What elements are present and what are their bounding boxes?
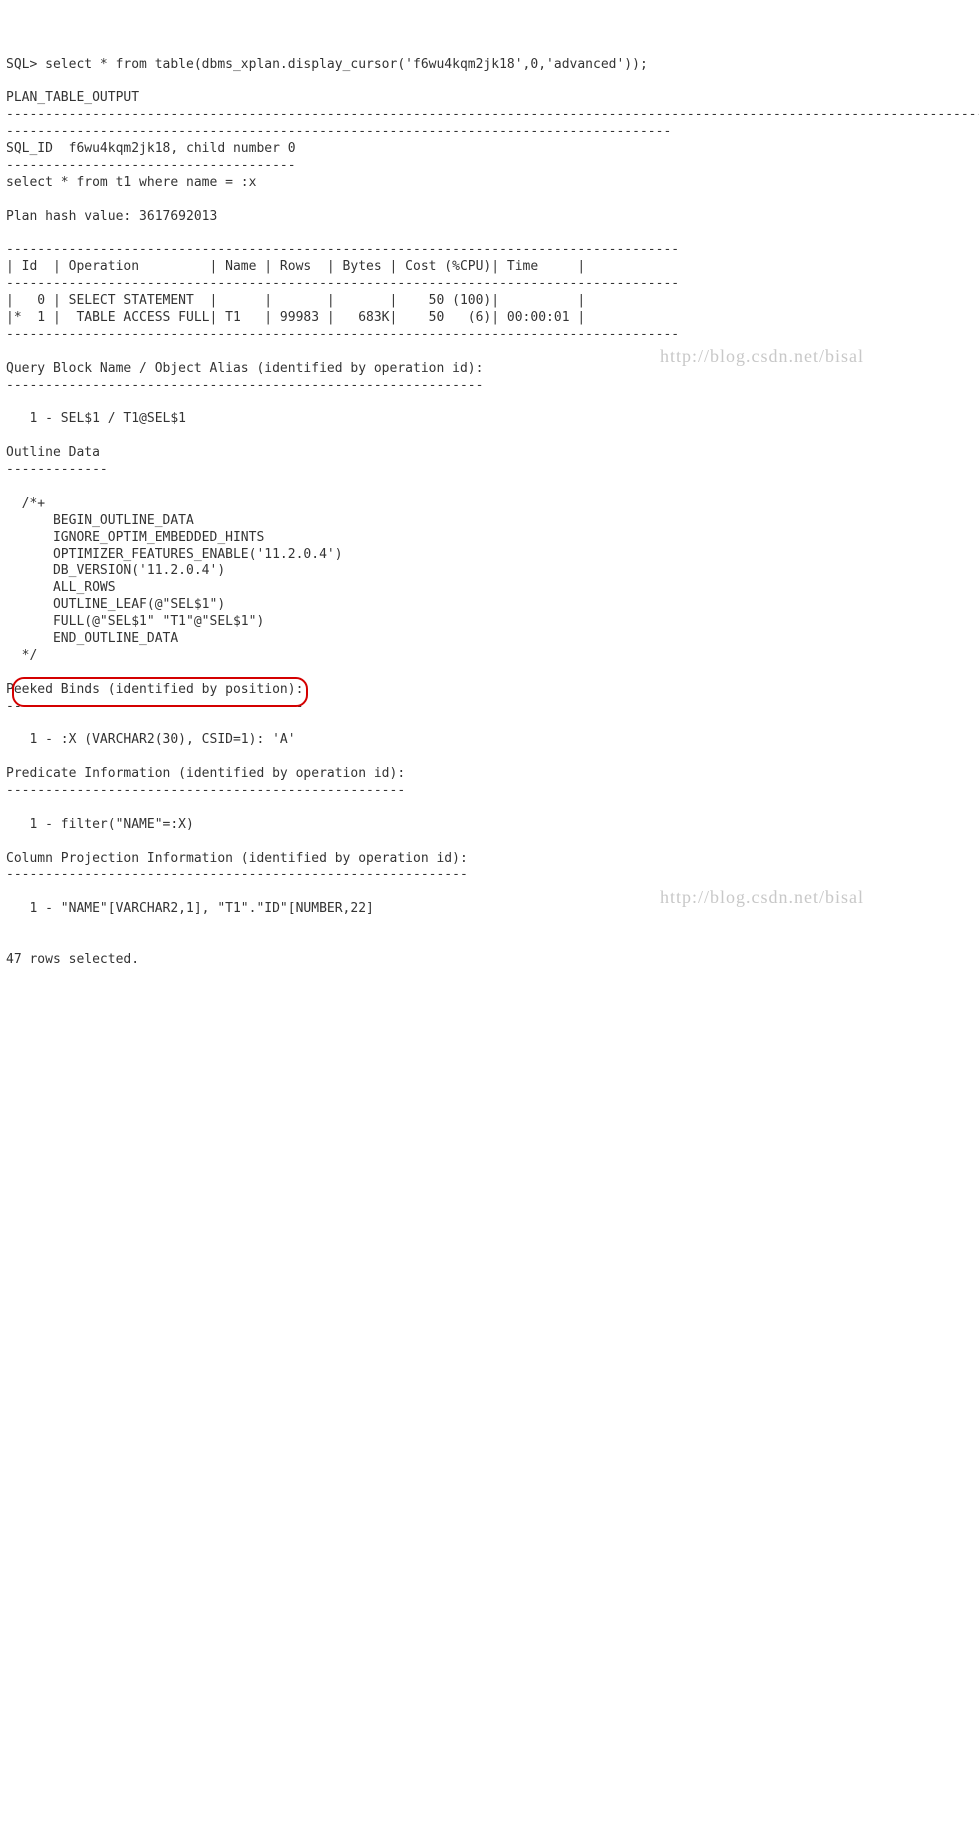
watermark-text: http://blog.csdn.net/bisal — [660, 886, 864, 909]
watermark-text: http://blog.csdn.net/bisal — [660, 345, 864, 368]
terminal-line: SQL> select * from table(dbms_xplan.disp… — [6, 57, 979, 967]
